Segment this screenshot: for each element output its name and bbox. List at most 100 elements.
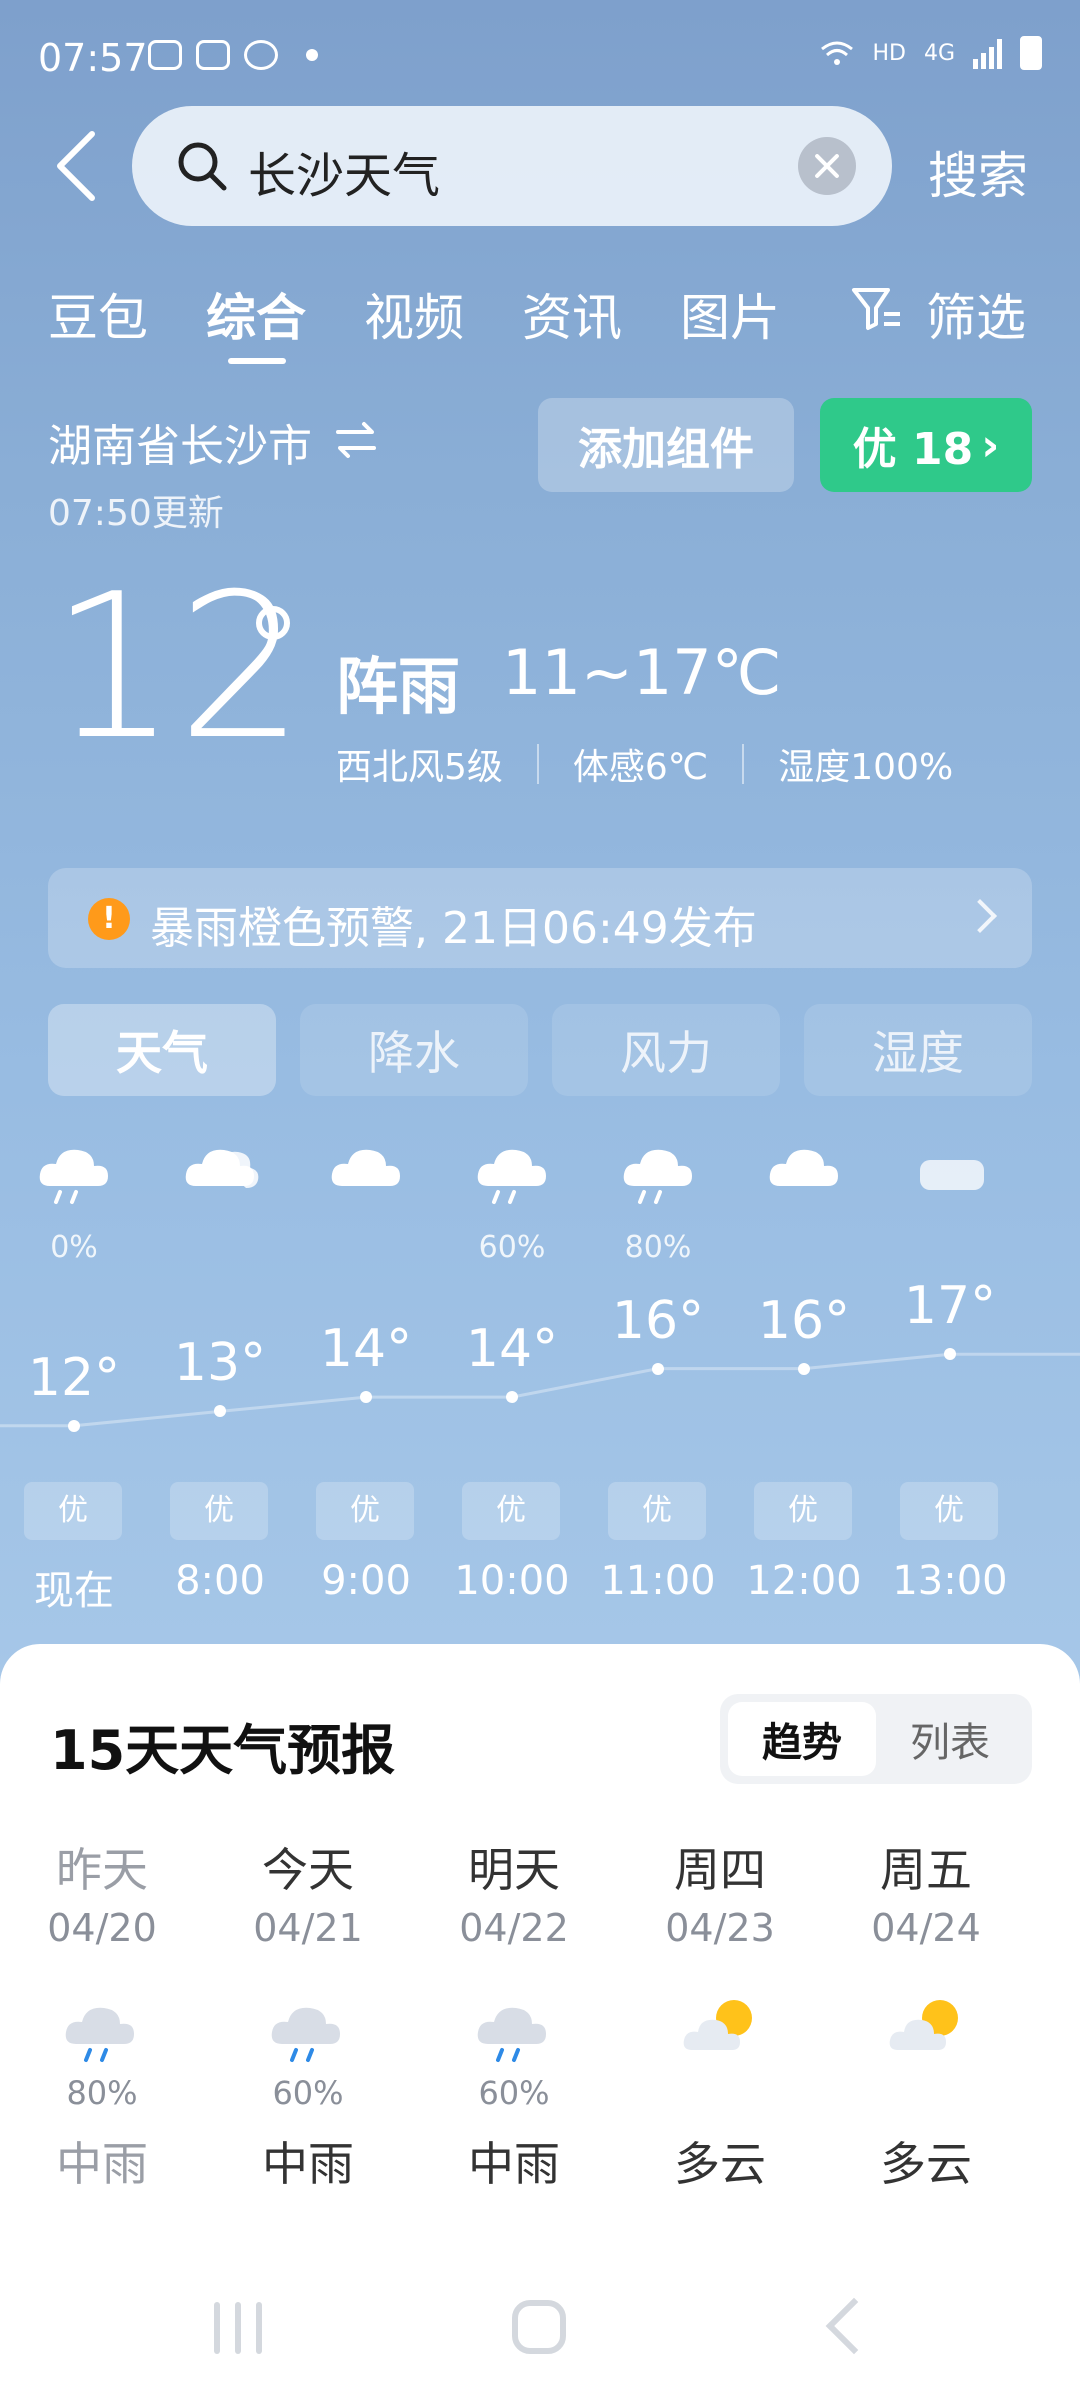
home-button[interactable] [512, 2300, 566, 2354]
filter-icon[interactable] [850, 284, 904, 334]
hourly-aqi-badge: 优 [462, 1482, 560, 1540]
aqi-button[interactable]: 优 18 › [820, 398, 1032, 492]
hourly-time: 9:00 [321, 1558, 411, 1604]
search-tabs: 豆包 综合 视频 资讯 图片 筛选 [0, 270, 1080, 370]
tab-filter[interactable]: 筛选 [926, 278, 1026, 350]
day-label: 明天 [468, 1843, 560, 1897]
day-condition: 多云 [880, 2137, 972, 2191]
hourly-aqi-badge: 优 [170, 1482, 268, 1540]
haze-icon [920, 1160, 984, 1190]
recent-apps-button[interactable] [214, 2302, 262, 2354]
active-tab-indicator [228, 358, 286, 364]
chevron-right-icon [963, 899, 997, 933]
day-label: 周五 [880, 1843, 972, 1897]
rain-icon [477, 2007, 546, 2062]
notification-icon [244, 40, 278, 70]
cloud-rain-icon [39, 1149, 108, 1204]
divider [742, 744, 745, 784]
hourly-aqi-badge: 优 [316, 1482, 414, 1540]
hourly-precip: 60% [478, 1230, 546, 1265]
status-time: 07:57 [38, 36, 148, 80]
wifi-icon [821, 41, 854, 65]
notification-icon [148, 40, 182, 70]
day-date: 04/24 [871, 1906, 981, 1950]
day-label: 今天 [262, 1843, 354, 1897]
daily-item[interactable]: 明天 04/22 60% 中雨 [424, 1834, 604, 2194]
warning-text: 暴雨橙色预警, 21日06:49发布 [150, 903, 757, 954]
tab-doubao[interactable]: 豆包 [48, 278, 148, 350]
day-date: 04/20 [47, 1906, 157, 1950]
hourly-aqi-badge: 优 [900, 1482, 998, 1540]
hourly-time: 11:00 [600, 1558, 716, 1604]
status-bar: 07:57 HD 4G [0, 0, 1080, 115]
segment-precipitation[interactable]: 降水 [300, 1004, 528, 1096]
current-details: 西北风5级 体感6℃ 湿度100% [336, 738, 953, 790]
clear-search-button[interactable] [798, 137, 856, 195]
temperature-range: 11~17℃ [502, 636, 782, 709]
network-4g-label: 4G [923, 40, 955, 66]
hourly-precip: 80% [624, 1230, 692, 1265]
day-condition: 中雨 [56, 2137, 148, 2191]
search-icon [178, 142, 227, 191]
wind-info: 西北风5级 [336, 747, 503, 788]
day-precip: 80% [66, 2074, 138, 2112]
day-precip [836, 2074, 1016, 2114]
toggle-list[interactable]: 列表 [876, 1702, 1024, 1776]
hourly-time: 现在 [34, 1568, 114, 1614]
status-system-icons: HD 4G [820, 36, 1042, 70]
day-precip: 60% [272, 2074, 344, 2112]
search-input[interactable]: 长沙天气 [132, 106, 892, 226]
tab-news[interactable]: 资讯 [522, 278, 622, 350]
network-hd-label: HD [872, 40, 906, 66]
daily-item[interactable]: 周五 04/24 多云 [836, 1834, 1016, 2194]
chevron-right-icon: › [981, 419, 1000, 471]
tab-general[interactable]: 综合 [206, 278, 306, 350]
day-label: 昨天 [56, 1843, 148, 1897]
cloud-rain-icon [477, 1149, 546, 1204]
search-submit-button[interactable]: 搜索 [928, 136, 1028, 208]
feels-like-info: 体感6℃ [572, 747, 709, 788]
hourly-aqi-badge: 优 [608, 1482, 706, 1540]
day-precip [630, 2074, 810, 2114]
status-notification-icons [148, 40, 318, 70]
forecast-title: 15天天气预报 [50, 1719, 396, 1782]
navigation-bar [0, 2290, 1080, 2370]
warning-icon: ! [88, 898, 130, 940]
cloudy-icon [185, 1149, 259, 1188]
nav-back-button[interactable] [825, 2297, 883, 2355]
daily-item[interactable]: 今天 04/21 60% 中雨 [218, 1834, 398, 2194]
switch-location-icon[interactable] [334, 420, 378, 460]
weather-warning-banner[interactable]: ! 暴雨橙色预警, 21日06:49发布 [48, 868, 1032, 968]
hourly-time: 12:00 [746, 1558, 862, 1604]
back-button[interactable] [48, 126, 112, 206]
toggle-trend[interactable]: 趋势 [728, 1702, 876, 1776]
rain-icon [65, 2007, 134, 2062]
daily-item[interactable]: 周四 04/23 多云 [630, 1834, 810, 2194]
partly-cloudy-icon [889, 2000, 958, 2050]
notification-icon [196, 40, 230, 70]
tab-images[interactable]: 图片 [680, 278, 780, 350]
view-toggle: 趋势 列表 [720, 1694, 1032, 1784]
current-condition: 阵雨 [336, 650, 461, 723]
aqi-label: 优 18 [852, 424, 974, 475]
cloud-icon [769, 1149, 838, 1186]
day-condition: 多云 [674, 2137, 766, 2191]
tab-video[interactable]: 视频 [364, 278, 464, 350]
segment-weather[interactable]: 天气 [48, 1004, 276, 1096]
day-condition: 中雨 [468, 2137, 560, 2191]
location-name[interactable]: 湖南省长沙市 [48, 410, 312, 474]
segment-wind[interactable]: 风力 [552, 1004, 780, 1096]
hourly-time: 13:00 [892, 1558, 1008, 1604]
add-widget-button[interactable]: 添加组件 [538, 398, 794, 492]
hourly-precip: 0% [50, 1230, 98, 1265]
segment-humidity[interactable]: 湿度 [804, 1004, 1032, 1096]
day-label: 周四 [674, 1843, 766, 1897]
more-notifications-dot [306, 49, 318, 61]
day-precip: 60% [478, 2074, 550, 2112]
degree-symbol [256, 606, 290, 640]
day-date: 04/22 [459, 1906, 569, 1950]
partly-cloudy-icon [683, 2000, 752, 2050]
daily-item[interactable]: 昨天 04/20 80% 中雨 [12, 1834, 192, 2194]
hourly-time: 8:00 [175, 1558, 265, 1604]
day-date: 04/23 [665, 1906, 775, 1950]
